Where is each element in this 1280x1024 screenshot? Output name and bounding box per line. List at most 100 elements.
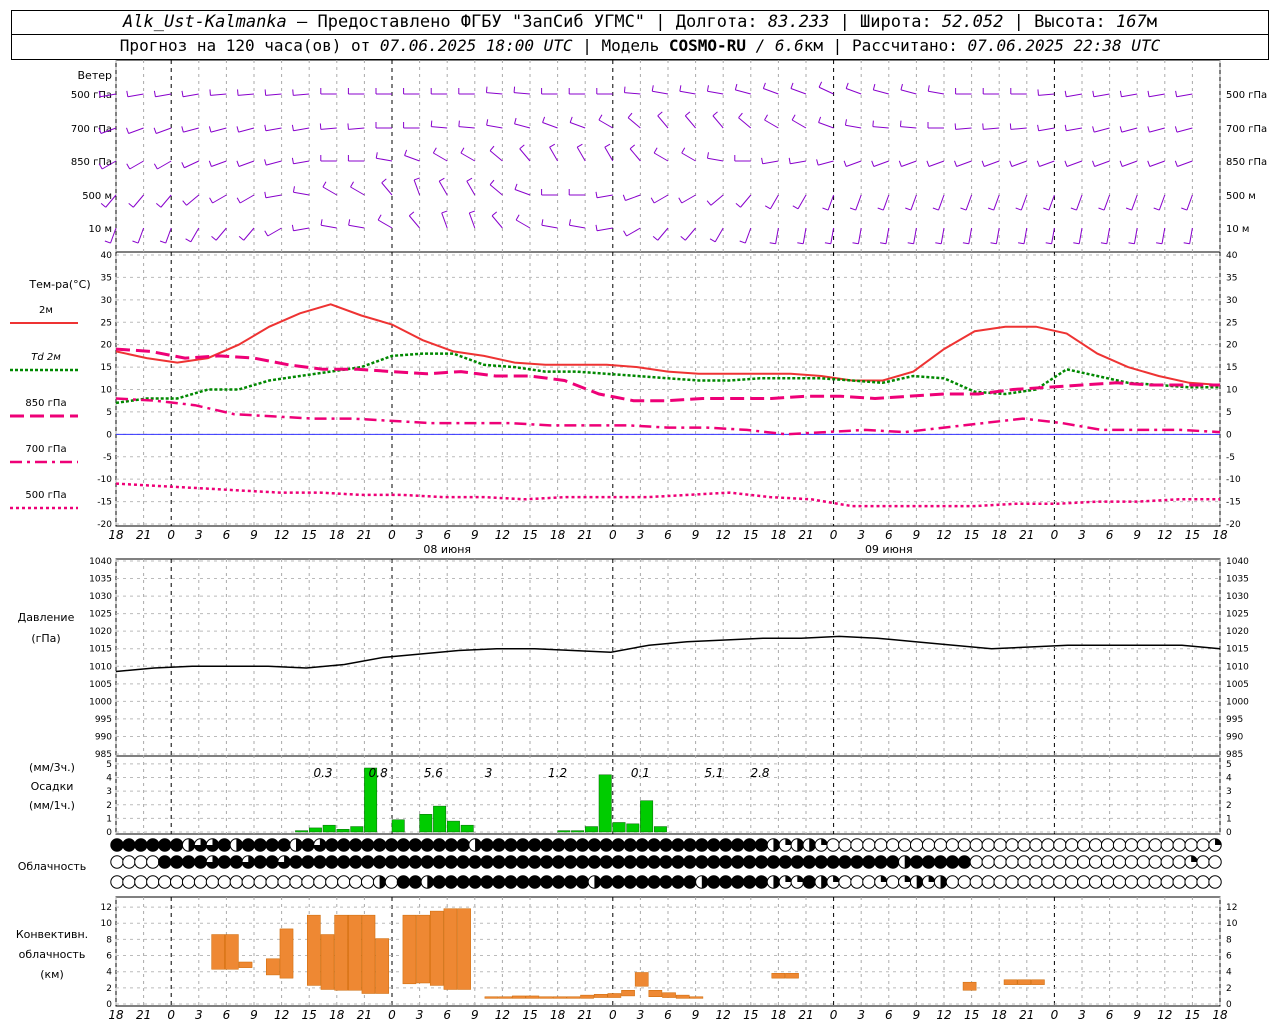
cloud-cover-symbol <box>1196 838 1210 852</box>
wind-barb-feather <box>899 120 902 127</box>
precip-unit-3h: (мм/3ч.) <box>29 761 75 774</box>
wind-barb <box>625 194 641 201</box>
precip-tick-left: 3 <box>106 787 112 797</box>
conv-cloud-bar <box>416 914 430 984</box>
hour-tick-bottom: 15 <box>1185 1008 1200 1022</box>
cloud-cover-symbol <box>349 838 363 852</box>
wind-barb-feather <box>264 191 267 198</box>
wind-barb-feather <box>738 112 743 119</box>
wind-barb <box>376 157 393 162</box>
cloud-cover-symbol <box>241 838 255 852</box>
wind-barb <box>873 160 889 167</box>
cloud-cover-symbol <box>909 838 924 852</box>
wind-barb <box>657 115 669 129</box>
wind-barb-feather <box>236 197 241 204</box>
conv-cloud-bar <box>402 914 417 985</box>
cloud-cover-fill <box>1215 838 1222 845</box>
cloud-cover-fill <box>880 875 887 882</box>
wind-barb <box>210 93 227 96</box>
wind-barb-feather <box>485 86 488 93</box>
wind-barb-feather <box>791 114 796 121</box>
cloud-cover-symbol <box>838 838 852 852</box>
cloud-cover-symbol <box>683 838 697 852</box>
wind-barb <box>1094 127 1110 133</box>
wind-barb <box>239 194 255 204</box>
wind-barb-feather <box>1037 89 1039 96</box>
conv-cloud-bar <box>566 996 581 999</box>
wind-barb <box>744 227 752 244</box>
wind-barb-feather <box>181 90 184 97</box>
wind-barb-feather <box>769 242 776 245</box>
hour-tick-bottom: 18 <box>992 1008 1008 1022</box>
wind-barb <box>515 219 531 229</box>
cloud-cover-symbol <box>408 838 423 852</box>
pres-tick-left: 1000 <box>89 697 112 707</box>
wind-barb <box>215 227 227 241</box>
cloud-cover-symbol <box>742 875 757 889</box>
wind-barb-feather <box>845 82 849 89</box>
cloud-cover-symbol <box>707 855 721 869</box>
hour-tick-bottom: 0 <box>167 1008 175 1022</box>
cloud-cover-symbol <box>146 838 160 852</box>
wind-barb-feather <box>292 186 295 193</box>
cloud-cover-symbol <box>1029 875 1043 889</box>
wind-barb-feather <box>1015 207 1022 211</box>
cloud-cover-symbol <box>1196 855 1210 869</box>
cloud-cover-symbol <box>730 855 745 869</box>
wind-barb-feather <box>962 242 969 245</box>
wind-barb <box>627 117 641 129</box>
wind-barb-feather <box>348 219 351 226</box>
cloud-cover-symbol <box>1017 875 1031 889</box>
cloud-cover-symbol <box>886 855 900 869</box>
wind-barb <box>1051 227 1055 244</box>
wind-barb-feather <box>320 219 323 226</box>
wind-barb-feather <box>706 200 712 206</box>
wind-barb-feather <box>375 152 378 159</box>
cloud-cover-symbol <box>1077 855 1091 869</box>
wind-barb-feather <box>549 143 556 148</box>
pres-tick-right: 1030 <box>1226 592 1249 602</box>
wind-barb-feather <box>153 90 156 97</box>
wind-barb <box>211 160 227 167</box>
wind-barb <box>738 117 752 129</box>
cloud-label: Облачность <box>18 860 87 873</box>
wind-barb-feather <box>1018 242 1025 245</box>
wind-barb <box>684 227 696 241</box>
cloud-cover-symbol <box>718 838 733 852</box>
temp-tick-right: -20 <box>1226 520 1241 530</box>
cloud-cover-fill <box>833 875 840 882</box>
wind-barb-feather <box>292 89 294 96</box>
temp-tick-right: -15 <box>1226 498 1241 508</box>
cloud-cover-symbol <box>886 838 900 852</box>
cloud-cover-symbol <box>623 875 637 889</box>
wind-barb-feather <box>237 89 239 96</box>
wind-barb-feather <box>319 123 322 130</box>
temp-tick-right: 0 <box>1226 430 1232 440</box>
cloud-cover-symbol <box>372 855 387 869</box>
hour-tick: 3 <box>416 528 424 542</box>
precip-bar <box>584 826 598 833</box>
temp-tick-left: -5 <box>103 453 112 463</box>
wind-barb-feather <box>877 207 884 211</box>
pressure-unit-label: (гПа) <box>31 632 60 645</box>
hour-tick: 18 <box>108 528 124 542</box>
cloud-cover-symbol <box>671 838 685 852</box>
wind-barb <box>983 160 1000 167</box>
wind-barb-feather <box>211 236 217 241</box>
temp-legend-label: 500 гПа <box>25 490 66 501</box>
hour-tick-bottom: 18 <box>329 1008 345 1022</box>
wind-barb-feather <box>153 163 158 170</box>
temp-legend-label: 700 гПа <box>25 444 66 455</box>
conv-cloud-bar <box>539 996 553 999</box>
wind-barb <box>791 119 807 129</box>
cloud-cover-symbol <box>611 855 625 869</box>
cloud-cover-symbol <box>1172 855 1186 869</box>
cloud-cover-symbol <box>456 855 470 869</box>
cloud-cover-symbol <box>217 838 232 852</box>
wind-barb <box>377 219 393 229</box>
wind-barb <box>519 148 531 162</box>
wind-barb <box>827 194 835 211</box>
wind-barb <box>1158 194 1166 211</box>
wind-barb <box>413 179 421 196</box>
wind-barb-feather <box>1119 160 1123 167</box>
